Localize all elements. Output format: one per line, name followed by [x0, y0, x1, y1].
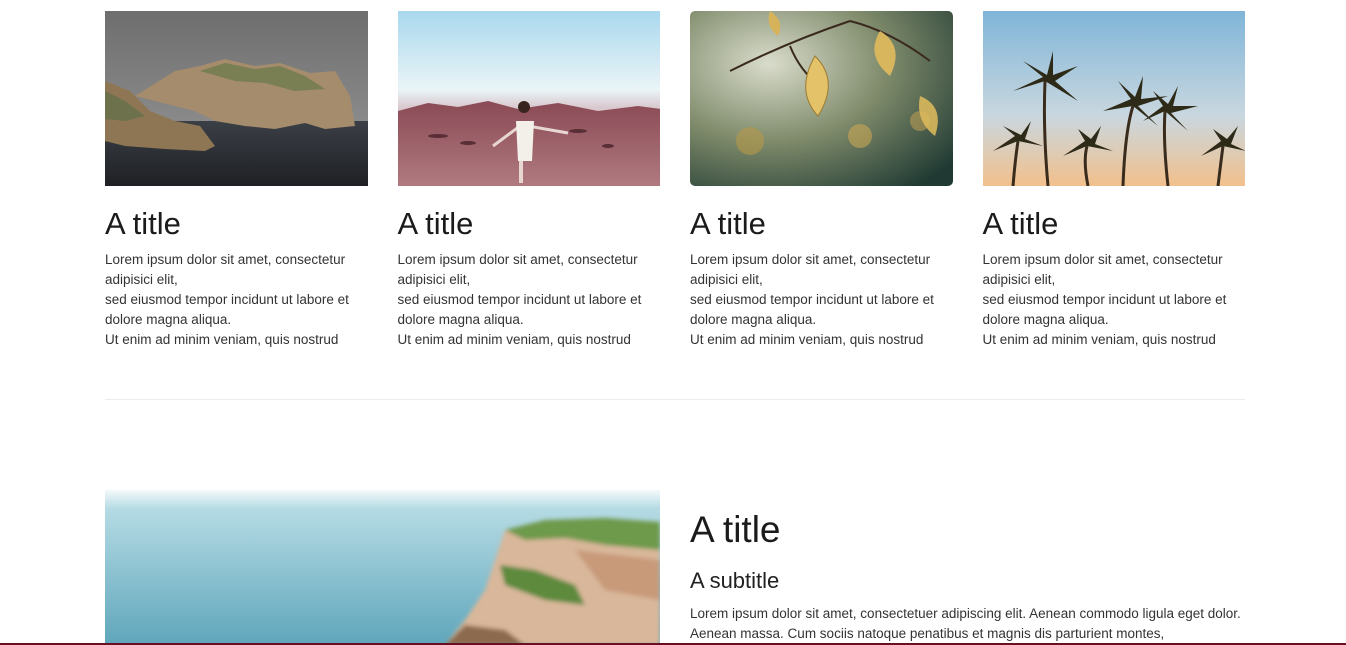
- feature-title: A title: [690, 509, 781, 550]
- card: A title Lorem ipsum dolor sit amet, cons…: [397, 11, 660, 350]
- feature-subtitle: A subtitle: [690, 568, 780, 593]
- card-title: A title: [690, 206, 766, 241]
- coastal-cliffs-image: [105, 11, 368, 186]
- card-text: Lorem ipsum dolor sit amet, consectetur …: [105, 252, 349, 347]
- card: A title Lorem ipsum dolor sit amet, cons…: [105, 11, 368, 350]
- section-divider: [105, 399, 1245, 400]
- card-grid: A title Lorem ipsum dolor sit amet, cons…: [105, 11, 1245, 350]
- card-text: Lorem ipsum dolor sit amet, consectetur …: [397, 252, 642, 347]
- feature-text-block: A title A subtitle Lorem ipsum dolor sit…: [690, 506, 1250, 644]
- card-text: Lorem ipsum dolor sit amet, consectetur …: [690, 252, 934, 347]
- woman-in-desert-image: [397, 11, 660, 186]
- autumn-leaves-image: [690, 11, 953, 186]
- feature-body: Lorem ipsum dolor sit amet, consectetuer…: [690, 606, 1241, 641]
- card: A title Lorem ipsum dolor sit amet, cons…: [690, 11, 953, 350]
- card-title: A title: [105, 206, 181, 241]
- sea-cliff-image: [105, 490, 660, 645]
- card: A title Lorem ipsum dolor sit amet, cons…: [982, 11, 1245, 350]
- card-text: Lorem ipsum dolor sit amet, consectetur …: [982, 252, 1227, 347]
- card-title: A title: [397, 206, 474, 241]
- card-title: A title: [982, 206, 1059, 241]
- palm-trees-image: [982, 11, 1245, 186]
